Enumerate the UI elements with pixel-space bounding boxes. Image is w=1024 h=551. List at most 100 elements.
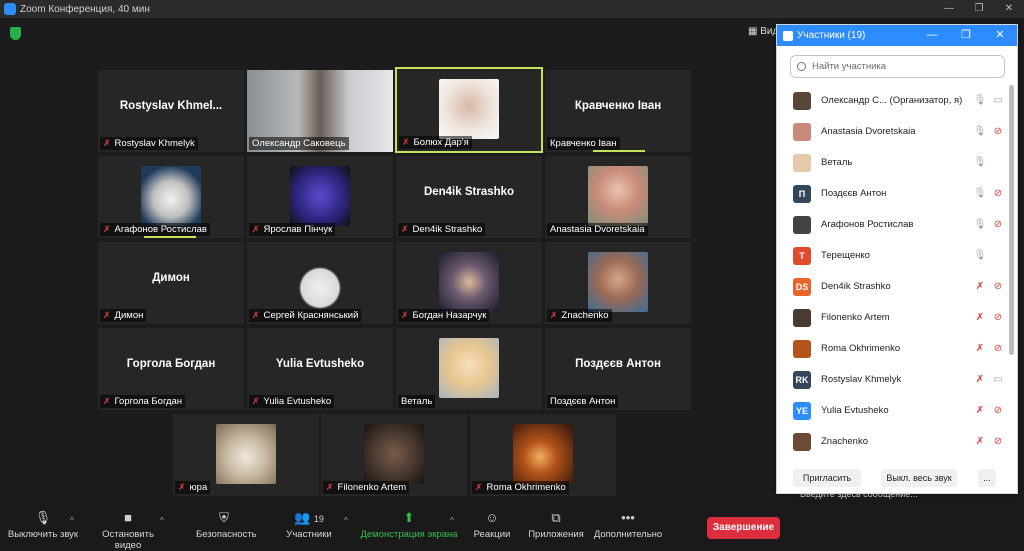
video-icon[interactable]: ▭ [987,374,1009,385]
video-off-icon[interactable]: ⊘ [987,126,1009,137]
tile-label: ✗ Димон [100,309,147,322]
participants-icon: 👥 19 [294,510,324,525]
video-off-icon[interactable]: ⊘ [987,281,1009,292]
participant-row[interactable]: Т Терещенко 🎙 [777,240,1009,271]
microphone-icon[interactable]: 🎙 [973,219,987,230]
tile-label: Кравченко Іван [547,137,620,150]
video-tile[interactable]: ✗ Сергей Краснянський [247,242,393,324]
microphone-icon[interactable]: 🎙 [973,188,987,199]
end-meeting-button[interactable]: Завершение [707,517,780,539]
minimize-button[interactable]: — [934,0,964,18]
microphone-icon[interactable]: 🎙 [973,157,987,168]
tile-label-text: Болюх Дар'я [413,137,469,148]
scrollbar[interactable] [1009,85,1014,355]
video-tile[interactable]: ✗ Znachenko [545,242,691,324]
video-tile[interactable]: ✗ Ярослав Пінчук [247,156,393,238]
tile-label: ✗ Агафонов Ростислав [100,223,210,236]
tile-label-text: Den4ik Strashko [412,224,483,235]
microphone-icon[interactable]: 🎙 [973,126,987,137]
tile-label: ✗ Den4ik Strashko [398,223,486,236]
more-options-button[interactable]: ... [978,469,996,487]
video-tile[interactable]: Rostyslav Khmel... ✗ Rostyslav Khmelyk [98,70,244,152]
restore-button[interactable]: ❐ [964,0,994,18]
video-tile[interactable]: Олександр Саковець [247,70,393,152]
participant-row[interactable]: Anastasia Dvoretskaia 🎙 ⊘ [777,116,1009,147]
participant-row[interactable]: RK Rostyslav Khmelyk ✗ ▭ [777,364,1009,395]
chevron-up-icon[interactable]: ^ [70,516,74,525]
mic-muted-icon[interactable]: ✗ [973,436,987,447]
participant-row[interactable]: DS Den4ik Strashko ✗ ⊘ [777,271,1009,302]
invite-button[interactable]: Пригласить [793,469,861,487]
video-tile[interactable]: ✗ Богдан Назарчук [396,242,542,324]
video-tile[interactable]: Горгола Богдан ✗ Горгола Богдан [98,328,244,410]
shield-icon[interactable] [10,27,21,40]
mic-muted-icon[interactable]: ✗ [973,405,987,416]
video-tile[interactable]: ✗ Filonenko Artem [321,414,467,496]
reactions-button[interactable]: ☺ Реакции [472,510,512,540]
close-window-button[interactable]: ✕ [994,0,1024,18]
participant-row[interactable]: Roma Okhrimenko ✗ ⊘ [777,333,1009,364]
mic-muted-icon[interactable]: ✗ [973,312,987,323]
mute-button[interactable]: 🎙 Выключить звук [6,510,80,540]
panel-minimize-button[interactable]: — [915,25,949,46]
video-off-icon[interactable]: ⊘ [987,312,1009,323]
mute-all-button[interactable]: Выкл. весь звук [881,469,957,487]
mic-muted-icon[interactable]: ✗ [973,281,987,292]
chevron-up-icon[interactable]: ^ [344,516,348,525]
tile-label: Олександр Саковець [249,137,349,150]
apps-button[interactable]: ⧉ Приложения [526,510,586,540]
mic-muted-icon: ✗ [401,224,409,234]
video-off-icon[interactable]: ⊘ [987,188,1009,199]
microphone-icon[interactable]: 🎙 [973,250,987,261]
chevron-up-icon[interactable]: ^ [450,516,454,525]
window-titlebar: Zoom Конференция, 40 мин — ❐ ✕ [0,0,1024,18]
video-off-icon[interactable]: ⊘ [987,343,1009,354]
panel-close-button[interactable]: ✕ [983,25,1017,46]
mic-muted-icon: ✗ [326,482,334,492]
security-button[interactable]: ⛨ Безопасность [196,510,257,540]
video-tile[interactable]: Димон ✗ Димон [98,242,244,324]
mic-muted-icon[interactable]: ✗ [973,343,987,354]
share-screen-button[interactable]: ⬆ Демонстрация экрана [358,510,460,540]
video-tile[interactable]: Yulia Evtusheko ✗ Yulia Evtusheko [247,328,393,410]
avatar [439,338,499,398]
participants-button[interactable]: 👥 19 Участники [284,510,334,540]
video-tile[interactable]: Anastasia Dvoretskaia [545,156,691,238]
avatar [364,424,424,484]
chevron-up-icon[interactable]: ^ [160,516,164,525]
video-tile[interactable]: ✗ Агафонов Ростислав [98,156,244,238]
tile-label-text: Filonenko Artem [337,482,407,493]
participant-row[interactable]: YE Yulia Evtusheko ✗ ⊘ [777,395,1009,426]
video-off-icon[interactable]: ⊘ [987,436,1009,447]
participant-row[interactable]: Filonenko Artem ✗ ⊘ [777,302,1009,333]
video-tile[interactable]: ✗ Roma Okhrimenko [470,414,616,496]
participant-row[interactable]: Олександр С... (Организатор, я) 🎙 ▭ [777,85,1009,116]
participant-row[interactable]: Агафонов Ростислав 🎙 ⊘ [777,209,1009,240]
mic-muted-icon[interactable]: ✗ [973,374,987,385]
participant-search-input[interactable]: Найти участника [790,55,1005,78]
video-icon[interactable]: ▭ [987,95,1009,106]
participants-panel: Участники (19) — ❐ ✕ Найти участника Оле… [776,24,1018,494]
video-tile[interactable]: ✗ юра [173,414,319,496]
tile-label-text: Димон [114,310,144,321]
video-off-icon[interactable]: ⊘ [987,219,1009,230]
tile-label: Anastasia Dvoretskaia [547,223,648,236]
video-off-icon[interactable]: ⊘ [987,405,1009,416]
tile-label-text: Агафонов Ростислав [114,224,207,235]
panel-popout-button[interactable]: ❐ [949,25,983,46]
participant-row[interactable]: Znachenko ✗ ⊘ [777,426,1009,457]
video-tile[interactable]: Кравченко Іван Кравченко Іван [545,70,691,152]
tile-label: ✗ Znachenko [547,309,612,322]
mic-muted-icon: ✗ [103,396,111,406]
view-button[interactable]: ▦ Вид [748,26,778,37]
video-tile[interactable]: Den4ik Strashko ✗ Den4ik Strashko [396,156,542,238]
video-tile[interactable]: Поздєєв Антон Поздєєв Антон [545,328,691,410]
video-tile-active-speaker[interactable]: ✗ Болюх Дар'я [395,67,543,153]
participant-row[interactable]: П Поздєєв Антон 🎙 ⊘ [777,178,1009,209]
participant-name: Rostyslav Khmelyk [821,374,902,385]
more-button[interactable]: ••• Дополнительно [592,510,664,540]
stop-video-button[interactable]: ■ Остановить видео [88,510,168,551]
participant-row[interactable]: Веталь 🎙 [777,147,1009,178]
microphone-icon[interactable]: 🎙 [973,95,987,106]
video-tile[interactable]: Веталь [396,328,542,410]
